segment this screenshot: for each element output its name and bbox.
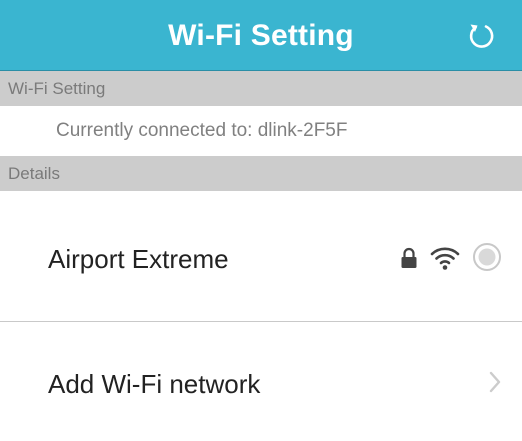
page-title: Wi-Fi Setting [168,19,354,52]
wifi-signal-icon [430,247,460,270]
add-wifi-network-row[interactable]: Add Wi-Fi network [0,322,522,441]
chevron-right-icon [489,371,501,393]
title-bar: Wi-Fi Setting [0,0,522,71]
radio-unselected-icon[interactable] [472,242,502,272]
connection-status: Currently connected to: dlink-2F5F [0,106,522,156]
lock-icon [401,247,417,268]
add-network-label: Add Wi-Fi network [48,369,261,399]
section-header-wifi-setting: Wi-Fi Setting [0,71,522,106]
network-row-airport-extreme[interactable]: Airport Extreme [0,191,522,322]
section-header-details: Details [0,156,522,191]
refresh-button[interactable] [466,21,496,51]
refresh-icon [469,24,494,48]
network-name: Airport Extreme [48,244,229,274]
wifi-setting-screen: Wi-Fi Setting Wi-Fi Setting Currently co… [0,0,522,441]
